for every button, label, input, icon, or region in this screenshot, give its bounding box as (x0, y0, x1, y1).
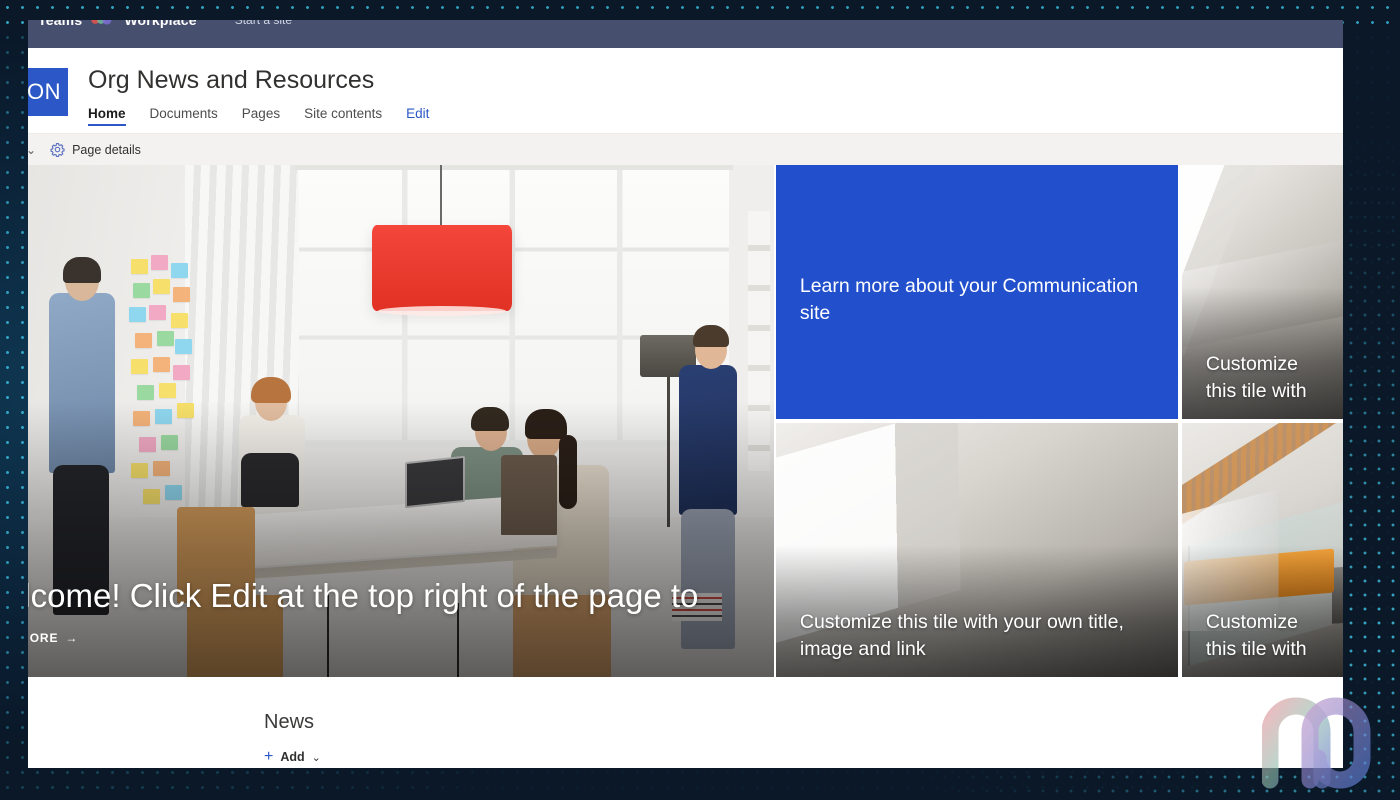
nav-item-edit[interactable]: Edit (406, 106, 429, 126)
hero-tile-learn-more[interactable]: Learn more about your Communication site (775, 165, 1178, 419)
nav-item-documents[interactable]: Documents (150, 106, 218, 126)
suite-brand-label: Teams (38, 20, 83, 28)
hero-text-block: elcome! Click Edit at the top right of t… (28, 575, 734, 647)
learn-more-label: N MORE (28, 631, 59, 645)
suite-action-label[interactable]: Start a site (235, 20, 292, 27)
chevron-down-icon: ⌄ (28, 143, 36, 157)
nav-item-site-contents[interactable]: Site contents (304, 106, 382, 126)
hero-tile-customize-2[interactable]: Customize this tile with your own title,… (775, 423, 1178, 677)
site-header: ON Org News and Resources Home Documents… (28, 48, 1343, 133)
page-details-button[interactable]: Page details (44, 142, 147, 157)
hero-tile-caption: Customize this tile with your own title,… (1205, 611, 1307, 660)
hero-tile-caption: Customize this tile with your own title,… (799, 611, 1124, 660)
arrow-right-icon: → (65, 631, 79, 645)
site-navigation: Home Documents Pages Site contents Edit (88, 106, 429, 126)
hero-tile-customize-1[interactable]: Customize this tile with your own title,… (1181, 165, 1343, 419)
hero-tile-caption: Learn more about your Communication site (799, 275, 1139, 324)
page-title: Org News and Resources (88, 66, 375, 94)
learn-more-button[interactable]: N MORE → (28, 631, 78, 645)
plus-icon: + (264, 748, 274, 765)
hero-tile-caption: Customize this tile with your own title,… (1205, 353, 1307, 402)
m-logo-watermark (1261, 688, 1386, 792)
news-add-button[interactable]: + Add ⌄ (264, 748, 321, 765)
suite-bar: Teams Workplace Start a site (28, 20, 1343, 48)
nav-item-pages[interactable]: Pages (242, 106, 280, 126)
news-web-part: News + Add ⌄ (28, 677, 1343, 768)
page-details-label: Page details (72, 142, 141, 157)
command-bar-clipped-item[interactable]: w ⌄ (28, 143, 36, 157)
chevron-down-icon: ⌄ (311, 751, 321, 764)
news-heading: News (264, 711, 315, 733)
command-bar: w ⌄ Page details (28, 133, 1343, 165)
gear-icon (50, 142, 65, 157)
hero-headline: elcome! Click Edit at the top right of t… (28, 577, 699, 614)
nav-item-home[interactable]: Home (88, 106, 126, 126)
hero-web-part: elcome! Click Edit at the top right of t… (28, 165, 1343, 677)
news-add-label: Add (280, 750, 305, 764)
suite-app-label[interactable]: Workplace (124, 20, 196, 28)
office-logo-icon (90, 20, 116, 29)
hero-tile-main[interactable]: elcome! Click Edit at the top right of t… (28, 165, 774, 677)
hero-tile-customize-3[interactable]: Customize this tile with your own title,… (1181, 423, 1343, 677)
site-logo[interactable]: ON (28, 68, 68, 116)
hero-tile-grid: Learn more about your Communication site… (775, 165, 1343, 677)
sharepoint-site-window: Teams Workplace Start a site ON Org News… (28, 20, 1343, 768)
